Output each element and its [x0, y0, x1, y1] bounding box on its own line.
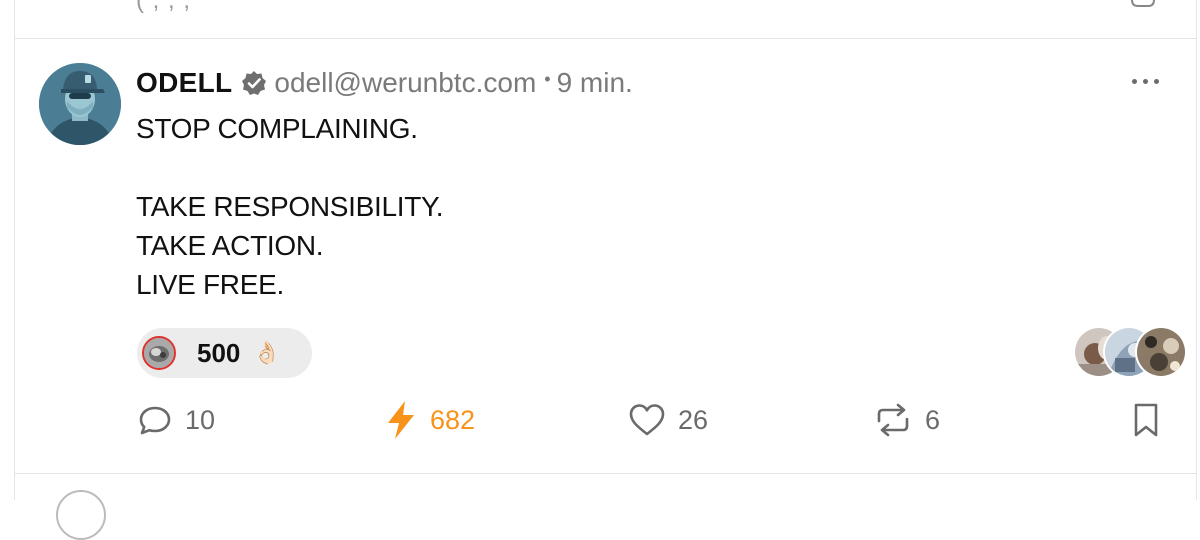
zapper-avatar-image [144, 338, 174, 368]
post-divider-top [14, 38, 1196, 39]
author-name[interactable]: ODELL [136, 67, 232, 99]
post-timestamp[interactable]: 9 min. [557, 67, 633, 99]
lightning-bolt-icon [388, 401, 414, 439]
post-text-line: TAKE RESPONSIBILITY. [136, 191, 444, 222]
zapper-avatar [142, 336, 176, 370]
post-header: ODELL odell@werunbtc.com • 9 min. [136, 63, 633, 103]
repost-action[interactable]: 6 [873, 398, 940, 442]
speech-bubble-icon [139, 406, 171, 435]
post-text-line [136, 148, 1036, 187]
previous-post-action-icon[interactable] [1128, 0, 1158, 8]
post-content: STOP COMPLAINING. TAKE RESPONSIBILITY. T… [136, 109, 1036, 304]
separator-dot: • [544, 68, 551, 89]
like-action[interactable]: 26 [628, 398, 708, 442]
bookmark-icon [1134, 403, 1158, 437]
more-options-icon-dot [1142, 78, 1148, 84]
reply-action[interactable]: 10 [137, 398, 215, 442]
post-text-line: STOP COMPLAINING. [136, 113, 418, 144]
avatar-illustration [39, 63, 121, 145]
card-border-right [1196, 0, 1197, 500]
more-options-icon-dot [1131, 78, 1137, 84]
heart-icon [629, 404, 665, 436]
author-avatar[interactable] [39, 63, 121, 145]
verified-badge-icon [242, 71, 267, 95]
more-options-button[interactable] [1124, 66, 1166, 96]
like-count: 26 [678, 404, 709, 435]
previous-post-text-fragment: ( , , , [136, 0, 191, 14]
reply-count: 10 [185, 404, 216, 435]
zapper-avatar-3 [1135, 326, 1187, 378]
post-text-line: LIVE FREE. [136, 269, 284, 300]
top-zap-amount: 500 [197, 337, 241, 368]
author-handle[interactable]: odell@werunbtc.com [274, 67, 536, 99]
post-text-line: TAKE ACTION. [136, 230, 324, 261]
next-post-avatar[interactable] [56, 490, 106, 540]
post-divider-bottom [14, 473, 1196, 474]
top-zap-emoji: 👌🏻 [253, 340, 281, 365]
zap-count: 682 [430, 404, 476, 435]
top-zap-pill[interactable]: 500 👌🏻 [137, 328, 312, 378]
repost-count: 6 [925, 404, 941, 435]
bookmark-action[interactable] [1132, 398, 1160, 442]
zapper-avatar-3-image [1137, 328, 1185, 376]
more-options-icon-dot [1153, 78, 1159, 84]
zap-action[interactable]: 682 [384, 398, 475, 442]
card-border-left [14, 0, 15, 500]
repost-arrows-icon [877, 403, 909, 437]
zapper-avatars-stack[interactable] [1073, 326, 1187, 378]
